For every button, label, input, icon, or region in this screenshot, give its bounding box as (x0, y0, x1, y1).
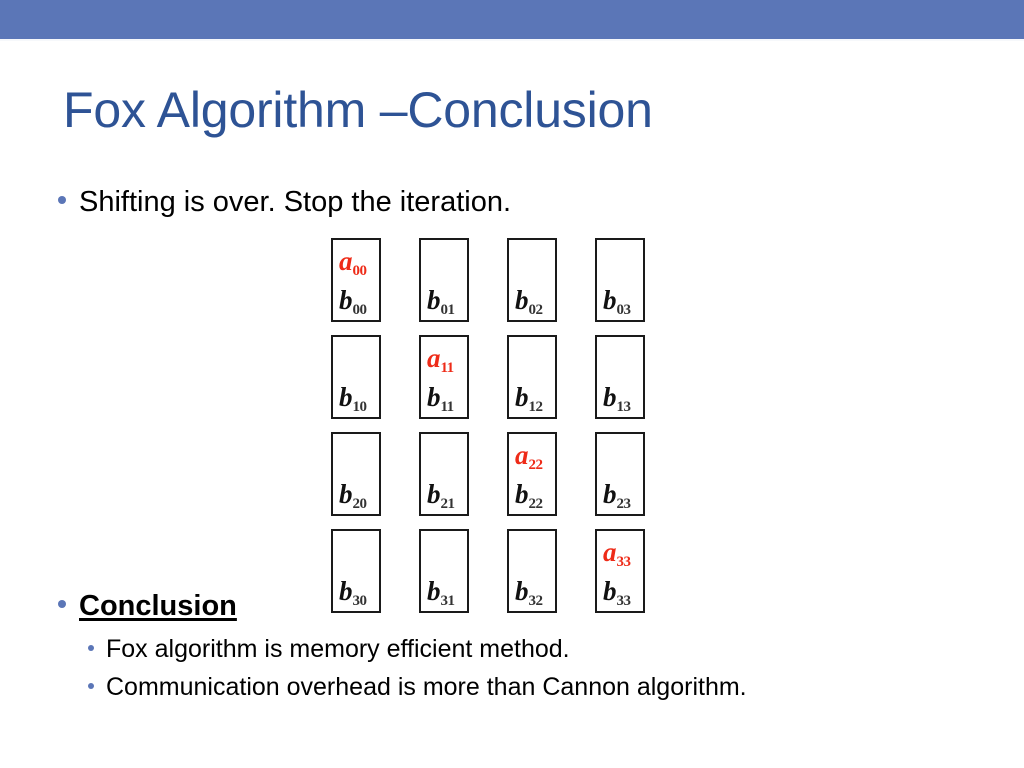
subscript: 10 (352, 399, 368, 415)
matrix-term-a-11: a11 (427, 343, 454, 376)
subscript: 21 (440, 496, 456, 512)
matrix-term-a-22: a22 (515, 440, 543, 473)
matrix-term-b-11: b11 (427, 382, 454, 415)
matrix-cell-20: b20 (331, 432, 381, 516)
bullet-conclusion: Conclusion (58, 590, 237, 623)
subscript: 20 (352, 496, 368, 512)
matrix-cell-10: b10 (331, 335, 381, 419)
matrix-term-b-02: b02 (515, 285, 543, 318)
bullet-sub-memory-efficient-label: Fox algorithm is memory efficient method… (106, 635, 570, 663)
subscript: 22 (528, 457, 544, 473)
matrix-row: b30 b31 b32 a33 b33 (331, 529, 645, 613)
matrix-row: b20 b21 a22 b22 b23 (331, 432, 645, 516)
subscript: 23 (616, 496, 632, 512)
bullet-shifting: Shifting is over. Stop the iteration. (58, 186, 511, 219)
matrix-row: b10 a11 b11 b12 b13 (331, 335, 645, 419)
bullet-shifting-label: Shifting is over. Stop the iteration. (79, 186, 512, 218)
matrix-term-b-30: b30 (339, 576, 367, 609)
matrix-cell-30: b30 (331, 529, 381, 613)
conclusion-heading-label: Conclusion (79, 590, 237, 622)
matrix-term-b-01: b01 (427, 285, 455, 318)
matrix-cell-32: b32 (507, 529, 557, 613)
subscript: 02 (528, 302, 544, 318)
matrix-term-b-33: b33 (603, 576, 631, 609)
matrix-term-b-03: b03 (603, 285, 631, 318)
subscript: 13 (616, 399, 632, 415)
matrix-cell-01: b01 (419, 238, 469, 322)
bullet-sub-communication-overhead: Communication overhead is more than Cann… (88, 673, 747, 702)
subscript: 31 (440, 593, 456, 609)
header-accent-band (0, 0, 1024, 39)
matrix-cell-21: b21 (419, 432, 469, 516)
subscript: 01 (440, 302, 456, 318)
matrix-term-b-31: b31 (427, 576, 455, 609)
subscript: 33 (616, 593, 632, 609)
subscript: 03 (616, 302, 632, 318)
matrix-term-b-23: b23 (603, 479, 631, 512)
bullet-dot-icon (58, 600, 66, 608)
bullet-sub-memory-efficient: Fox algorithm is memory efficient method… (88, 635, 570, 664)
subscript: 11 (440, 360, 455, 376)
subscript: 33 (616, 554, 632, 570)
matrix-term-b-32: b32 (515, 576, 543, 609)
matrix-term-b-13: b13 (603, 382, 631, 415)
matrix-grid: a00 b00 b01 b02 b03 b10 a11 b11 b12 b13 b20 b21 a22 b… (331, 238, 645, 613)
matrix-row: a00 b00 b01 b02 b03 (331, 238, 645, 322)
matrix-cell-23: b23 (595, 432, 645, 516)
bullet-dot-icon (58, 196, 66, 204)
bullet-dot-icon (88, 683, 94, 689)
matrix-cell-33: a33 b33 (595, 529, 645, 613)
matrix-cell-12: b12 (507, 335, 557, 419)
matrix-term-a-33: a33 (603, 537, 631, 570)
matrix-cell-13: b13 (595, 335, 645, 419)
subscript: 11 (440, 399, 455, 415)
matrix-term-a-00: a00 (339, 246, 367, 279)
subscript: 30 (352, 593, 368, 609)
header-band-shadow (0, 39, 1024, 41)
matrix-term-b-21: b21 (427, 479, 455, 512)
subscript: 00 (352, 263, 368, 279)
matrix-cell-31: b31 (419, 529, 469, 613)
matrix-cell-11: a11 b11 (419, 335, 469, 419)
subscript: 00 (352, 302, 368, 318)
matrix-term-b-00: b00 (339, 285, 367, 318)
matrix-cell-03: b03 (595, 238, 645, 322)
bullet-sub-communication-overhead-label: Communication overhead is more than Cann… (106, 673, 747, 701)
matrix-term-b-10: b10 (339, 382, 367, 415)
matrix-cell-02: b02 (507, 238, 557, 322)
subscript: 12 (528, 399, 544, 415)
matrix-term-b-20: b20 (339, 479, 367, 512)
page-title: Fox Algorithm –Conclusion (63, 82, 653, 138)
matrix-cell-00: a00 b00 (331, 238, 381, 322)
matrix-term-b-22: b22 (515, 479, 543, 512)
bullet-dot-icon (88, 645, 94, 651)
matrix-term-b-12: b12 (515, 382, 543, 415)
matrix-cell-22: a22 b22 (507, 432, 557, 516)
slide-canvas: Fox Algorithm –Conclusion Shifting is ov… (0, 0, 1024, 768)
subscript: 32 (528, 593, 544, 609)
subscript: 22 (528, 496, 544, 512)
